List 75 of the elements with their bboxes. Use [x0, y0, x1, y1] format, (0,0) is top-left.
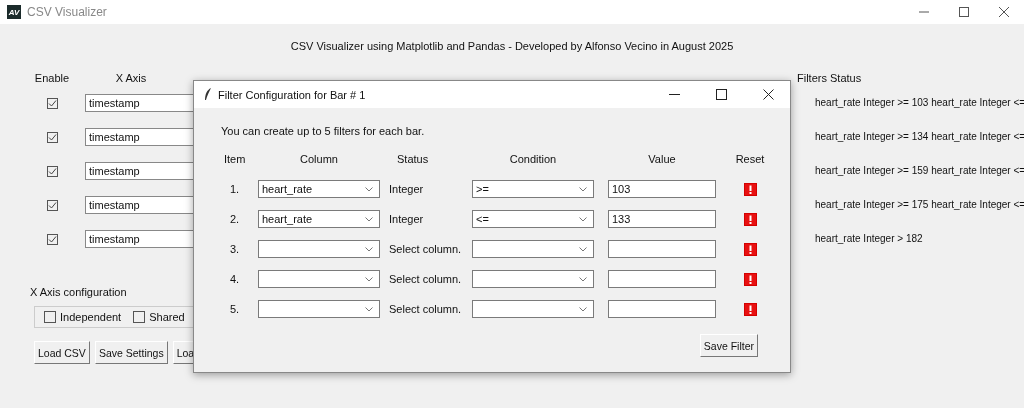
item-number: 1. — [229, 183, 241, 195]
action-button[interactable]: Load CSV — [34, 341, 90, 364]
enable-checkbox[interactable] — [46, 97, 58, 109]
filter-status-text: heart_rate Integer >= 175 heart_rate Integer <= — [815, 198, 1024, 212]
feather-icon — [204, 88, 212, 101]
value-field[interactable] — [608, 240, 716, 258]
column-status-text: Select column. — [389, 303, 463, 315]
maximize-icon[interactable] — [958, 6, 970, 18]
app-header-text: CSV Visualizer using Matplotlib and Pandas - Developed by Alfonso Vecino in August 2025 — [289, 40, 735, 54]
reset-warning-icon[interactable] — [743, 212, 757, 226]
column-dropdown[interactable]: heart_rate — [258, 180, 380, 198]
app-logo: AV — [7, 5, 21, 19]
column-dropdown[interactable] — [258, 270, 380, 288]
window-title: CSV Visualizer — [27, 5, 107, 19]
column-header: X Axis — [114, 72, 148, 84]
column-header: Reset — [734, 152, 766, 167]
condition-dropdown[interactable] — [472, 300, 594, 318]
value-field[interactable]: 133 — [608, 210, 716, 228]
filter-status-text: heart_rate Integer >= 134 heart_rate Integer <= — [815, 130, 1024, 144]
filter-status-text: heart_rate Integer >= 103 heart_rate Integer <= — [815, 96, 1024, 110]
maximize-icon[interactable] — [716, 89, 727, 100]
condition-dropdown[interactable] — [472, 270, 594, 288]
option-label: Shared — [149, 311, 185, 323]
column-header: Value — [647, 152, 677, 167]
column-status-text: Select column. — [389, 243, 463, 255]
filter-status-text: heart_rate Integer > 182 — [815, 232, 924, 246]
column-header: Item — [223, 152, 247, 167]
column-dropdown[interactable] — [258, 300, 380, 318]
reset-warning-icon[interactable] — [743, 302, 757, 316]
enable-checkbox[interactable] — [46, 131, 58, 143]
chevron-down-icon — [579, 276, 587, 282]
item-number: 5. — [229, 303, 241, 315]
reset-warning-icon[interactable] — [743, 182, 757, 196]
item-number: 3. — [229, 243, 241, 255]
section-title: X Axis configuration — [30, 286, 128, 300]
chevron-down-icon — [365, 186, 373, 192]
chevron-down-icon — [365, 216, 373, 222]
item-number: 4. — [229, 273, 241, 285]
column-header: Status — [396, 152, 430, 167]
chevron-down-icon — [365, 246, 373, 252]
enable-checkbox[interactable] — [46, 165, 58, 177]
chevron-down-icon — [365, 306, 373, 312]
chevron-down-icon — [579, 306, 587, 312]
reset-warning-icon[interactable] — [743, 242, 757, 256]
chevron-down-icon — [579, 216, 587, 222]
column-status-text: Select column. — [389, 273, 463, 285]
reset-warning-icon[interactable] — [743, 272, 757, 286]
chevron-down-icon — [579, 186, 587, 192]
column-dropdown[interactable] — [258, 240, 380, 258]
column-header: Condition — [508, 152, 558, 167]
condition-dropdown[interactable] — [472, 240, 594, 258]
option-checkbox[interactable] — [44, 311, 56, 323]
column-header: Enable — [33, 72, 71, 84]
enable-checkbox[interactable] — [46, 233, 58, 245]
action-button[interactable]: Save Settings — [94, 341, 168, 364]
value-field[interactable] — [608, 270, 716, 288]
column-status-text: Integer — [389, 183, 425, 195]
enable-checkbox[interactable] — [46, 199, 58, 211]
condition-dropdown[interactable]: >= — [472, 180, 594, 198]
option-label: Independent — [60, 311, 122, 323]
close-icon[interactable] — [998, 6, 1010, 18]
value-field[interactable] — [608, 300, 716, 318]
value-field[interactable]: 103 — [608, 180, 716, 198]
item-number: 2. — [229, 213, 241, 225]
chevron-down-icon — [579, 246, 587, 252]
condition-dropdown[interactable]: <= — [472, 210, 594, 228]
option-checkbox[interactable] — [133, 311, 146, 323]
filter-status-text: heart_rate Integer >= 159 heart_rate Integer <= — [815, 164, 1024, 178]
save-filter-button[interactable]: Save Filter — [699, 334, 758, 357]
close-icon[interactable] — [763, 89, 774, 100]
column-header: Column — [299, 152, 339, 167]
column-header: Filters Status — [797, 71, 863, 86]
column-status-text: Integer — [389, 213, 425, 225]
column-dropdown[interactable]: heart_rate — [258, 210, 380, 228]
chevron-down-icon — [365, 276, 373, 282]
